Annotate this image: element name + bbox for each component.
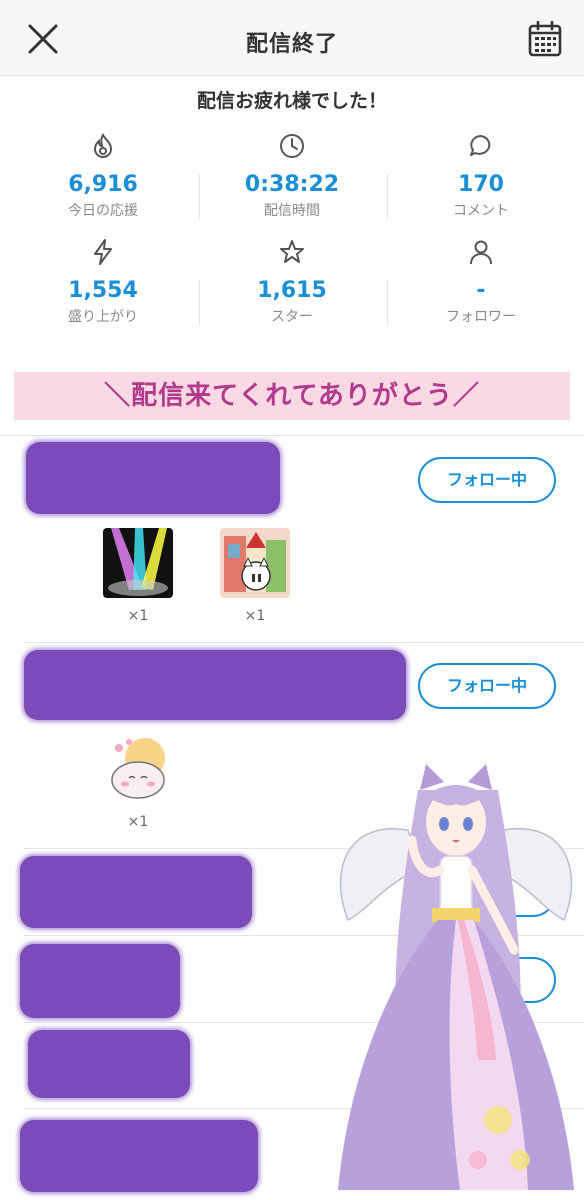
cat-house-gift-icon xyxy=(220,528,290,598)
character-illustration xyxy=(338,764,574,1190)
clock-icon xyxy=(280,134,304,158)
redacted-username xyxy=(20,856,252,928)
stat-value: 1,554 xyxy=(68,278,138,303)
stat-value: 170 xyxy=(458,172,504,197)
gift-item: ×1 xyxy=(220,528,290,624)
redacted-username xyxy=(20,1120,258,1192)
follow-button[interactable]: フォロー中 xyxy=(418,457,556,503)
congrats-message: 配信お疲れ様でした！ xyxy=(196,90,387,112)
stat-label: コメント xyxy=(453,203,509,219)
stat-label: 盛り上がり xyxy=(68,309,138,325)
stat-value: 0:38:22 xyxy=(244,172,340,197)
gift-item: ×1 xyxy=(103,734,173,830)
stat-label: フォロワー xyxy=(446,309,516,325)
person-icon xyxy=(470,240,492,265)
stat-duration: 0:38:22 配信時間 xyxy=(197,132,387,220)
redacted-username xyxy=(24,650,406,720)
stat-label: 今日の応援 xyxy=(68,203,138,219)
gift-count: ×1 xyxy=(244,608,266,624)
redacted-username xyxy=(26,442,280,514)
banner-text: ＼配信来てくれてありがとう／ xyxy=(104,381,480,411)
calendar-icon[interactable] xyxy=(528,21,562,57)
stat-stars: 1,615 スター xyxy=(197,238,387,326)
thanks-banner: ＼配信来てくれてありがとう／ xyxy=(14,372,570,420)
redacted-username xyxy=(28,1030,190,1098)
stat-value: 6,916 xyxy=(68,172,138,197)
stat-excitement: 1,554 盛り上がり xyxy=(8,238,198,326)
gift-count: ×1 xyxy=(127,814,149,830)
stat-value: 1,615 xyxy=(257,278,327,303)
stat-followers: - フォロワー xyxy=(386,238,576,326)
gift-item: ×1 xyxy=(103,528,173,624)
follow-button[interactable]: フォロー中 xyxy=(418,663,556,709)
stage-lights-gift-icon xyxy=(103,528,173,598)
stat-label: 配信時間 xyxy=(264,203,320,219)
stat-value: - xyxy=(476,278,486,303)
redacted-username xyxy=(20,944,180,1018)
stat-comments: 170 コメント xyxy=(386,132,576,220)
stat-support: 6,916 今日の応援 xyxy=(8,132,198,220)
mochi-gift-icon xyxy=(103,734,173,804)
header-bar: 配信終了 xyxy=(0,0,584,76)
divider xyxy=(0,435,584,436)
stat-label: スター xyxy=(271,309,313,325)
gift-count: ×1 xyxy=(127,608,149,624)
comment-icon xyxy=(470,135,491,156)
star-icon xyxy=(280,240,304,263)
lightning-icon xyxy=(94,239,112,265)
flame-icon xyxy=(93,133,113,158)
page-title: 配信終了 xyxy=(245,32,338,57)
divider xyxy=(24,642,584,643)
